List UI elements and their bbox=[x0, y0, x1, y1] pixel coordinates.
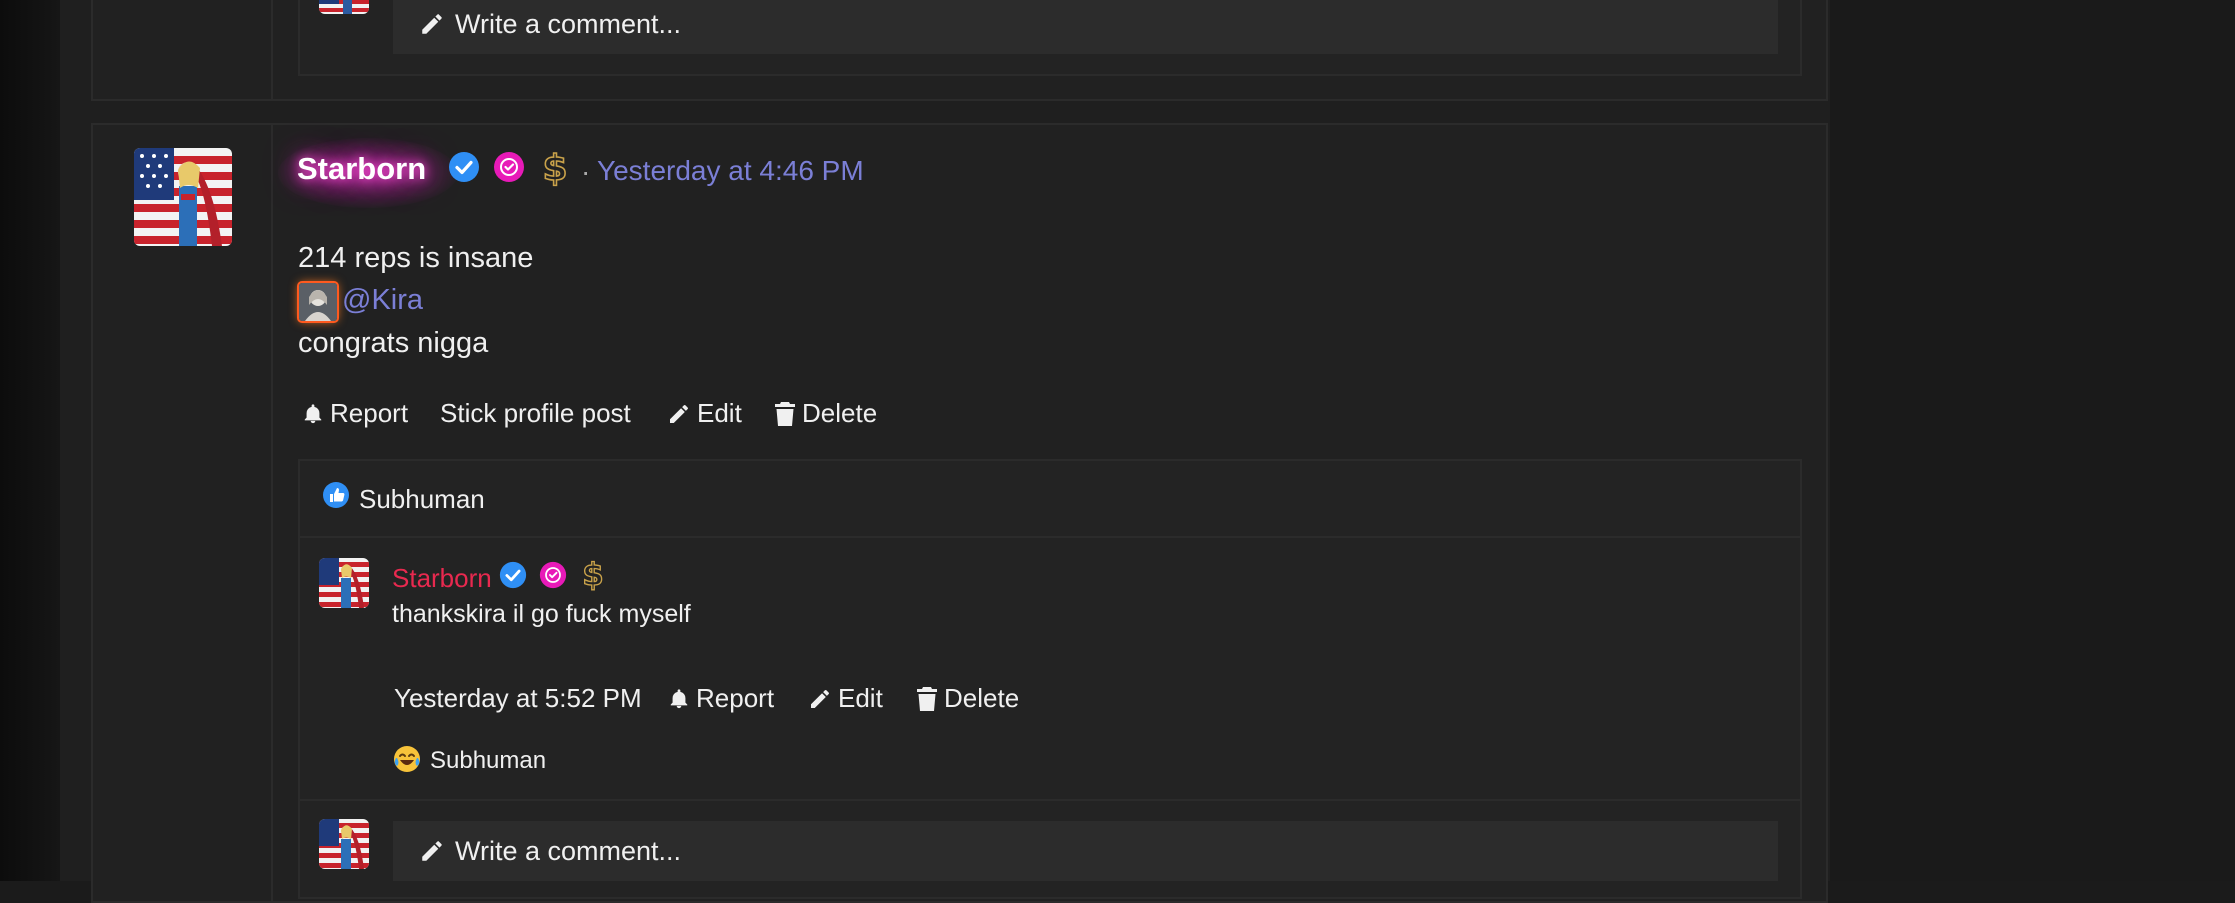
post-reactions-summary[interactable]: Subhuman bbox=[359, 484, 485, 515]
write-comment-placeholder: Write a comment... bbox=[455, 835, 682, 866]
comment-text: thankskira il go fuck myself bbox=[392, 600, 691, 628]
write-comment-input[interactable]: Write a comment... bbox=[393, 821, 1778, 881]
report-label: Report bbox=[330, 398, 409, 428]
previous-post-avatar-column bbox=[91, 0, 273, 101]
pencil-icon bbox=[422, 841, 442, 861]
verified-badge-icon bbox=[499, 561, 527, 589]
meta-separator: · bbox=[581, 156, 591, 187]
comment-timestamp[interactable]: Yesterday at 5:52 PM bbox=[394, 683, 642, 714]
pencil-icon bbox=[422, 14, 442, 34]
pink-check-badge-icon bbox=[539, 561, 567, 589]
pencil-icon bbox=[670, 404, 689, 423]
comment-reactions-summary[interactable]: Subhuman bbox=[430, 747, 546, 775]
pink-check-badge-icon bbox=[494, 152, 524, 182]
post-text-line-1: 214 reps is insane bbox=[298, 242, 534, 274]
bell-icon bbox=[670, 688, 688, 708]
trash-icon bbox=[917, 686, 937, 711]
svg-text:$: $ bbox=[542, 148, 567, 188]
like-reaction-icon bbox=[323, 482, 349, 508]
stick-label: Stick profile post bbox=[440, 398, 631, 428]
delete-label: Delete bbox=[802, 398, 878, 428]
trash-icon bbox=[775, 401, 795, 426]
bell-icon bbox=[304, 403, 322, 423]
post-text-line-2: congrats nigga bbox=[298, 327, 489, 359]
mention-avatar[interactable] bbox=[299, 283, 337, 321]
post-author-username[interactable]: Starborn bbox=[297, 151, 426, 187]
comment-author-username[interactable]: Starborn bbox=[392, 563, 492, 594]
page-left-margin bbox=[0, 0, 60, 881]
comment-author-avatar[interactable] bbox=[319, 558, 369, 608]
delete-comment-button[interactable]: Delete bbox=[916, 683, 1019, 714]
current-user-avatar[interactable] bbox=[319, 819, 369, 869]
edit-label: Edit bbox=[697, 398, 742, 428]
delete-post-button[interactable]: Delete bbox=[774, 398, 877, 429]
stick-profile-post-button[interactable]: Stick profile post bbox=[440, 398, 631, 429]
comment-divider bbox=[300, 799, 1800, 801]
edit-label: Edit bbox=[838, 683, 883, 713]
previous-write-comment-input[interactable]: Write a comment... bbox=[393, 0, 1778, 54]
edit-post-button[interactable]: Edit bbox=[667, 398, 742, 429]
previous-comment-avatar[interactable] bbox=[319, 0, 369, 14]
write-comment-placeholder: Write a comment... bbox=[455, 8, 682, 39]
reactions-divider bbox=[300, 536, 1800, 538]
edit-comment-button[interactable]: Edit bbox=[808, 683, 883, 714]
delete-label: Delete bbox=[944, 683, 1020, 713]
post-timestamp[interactable]: Yesterday at 4:46 PM bbox=[597, 155, 864, 187]
post-author-avatar[interactable] bbox=[134, 148, 232, 246]
svg-text:$: $ bbox=[582, 557, 603, 592]
user-mention-link[interactable]: @Kira bbox=[342, 284, 423, 317]
pencil-icon bbox=[811, 689, 830, 708]
dollar-sign-icon: $ bbox=[542, 147, 569, 188]
dollar-sign-icon: $ bbox=[582, 556, 605, 592]
report-comment-button[interactable]: Report bbox=[668, 683, 774, 714]
report-post-button[interactable]: Report bbox=[302, 398, 408, 429]
page-right-margin bbox=[1830, 0, 2235, 881]
report-label: Report bbox=[696, 683, 775, 713]
laugh-cry-reaction-icon bbox=[394, 746, 420, 772]
verified-badge-icon bbox=[449, 152, 479, 182]
